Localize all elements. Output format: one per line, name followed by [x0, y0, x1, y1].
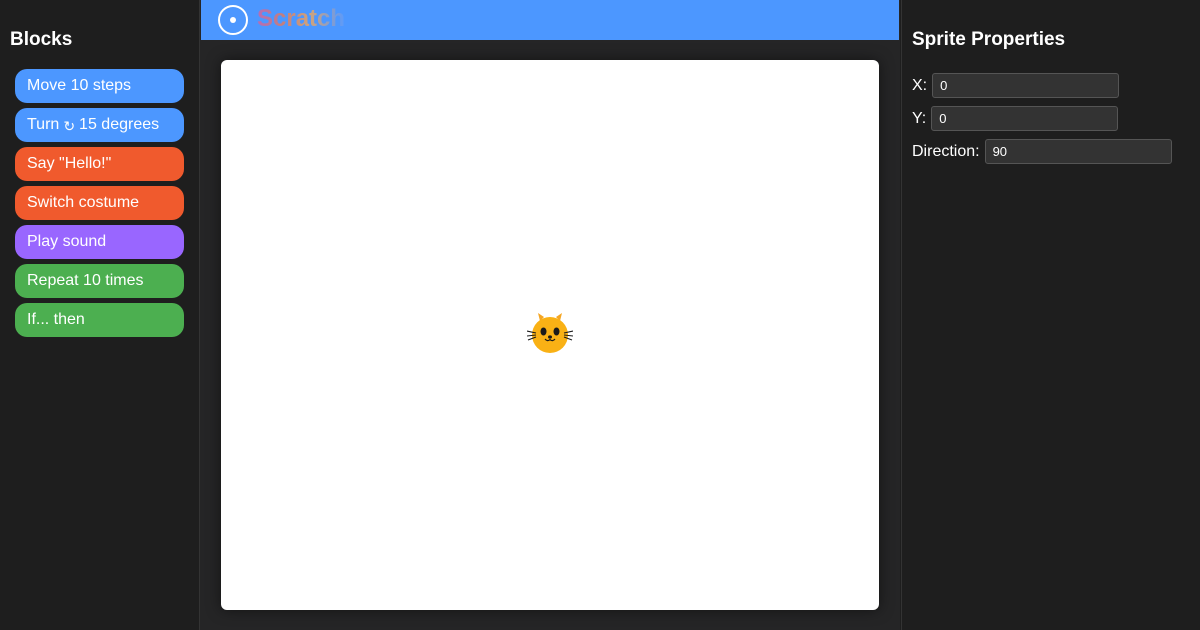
block-label: Say "Hello!"	[27, 155, 112, 172]
block-switch-costume[interactable]: Switch costume	[15, 186, 184, 220]
y-input[interactable]	[931, 106, 1119, 131]
direction-input[interactable]	[984, 139, 1172, 164]
direction-row: Direction:	[912, 139, 1172, 164]
block-if-then[interactable]: If... then	[15, 303, 184, 337]
block-label: Repeat 10 times	[27, 272, 144, 289]
block-say-hello[interactable]: Say "Hello!"	[15, 147, 184, 181]
block-label: If... then	[27, 311, 85, 328]
circle-dot-icon[interactable]	[218, 5, 248, 35]
block-move-10-steps[interactable]: Move 10 steps	[15, 69, 184, 103]
header-bar: Scratch	[201, 0, 899, 40]
x-input[interactable]	[932, 73, 1120, 98]
block-repeat-10-times[interactable]: Repeat 10 times	[15, 264, 184, 298]
block-list: Move 10 steps Turn ↻ 15 degrees Say "Hel…	[15, 69, 184, 342]
y-label: Y:	[912, 109, 927, 127]
direction-label: Direction:	[912, 142, 980, 160]
scratch-app: Blocks Move 10 steps Turn ↻ 15 degrees S…	[0, 0, 1200, 630]
rotate-clockwise-icon: ↻	[63, 117, 76, 134]
stage-area: Scratch	[200, 0, 900, 630]
cat-face-icon[interactable]	[527, 312, 573, 354]
block-label: Play sound	[27, 233, 107, 250]
block-label: Move 10 steps	[27, 77, 132, 94]
x-row: X:	[912, 73, 1120, 98]
blocks-panel-title: Blocks	[10, 29, 73, 50]
block-label: Switch costume	[27, 194, 140, 211]
sprite-properties-panel: Sprite Properties X: Y: Direction:	[901, 0, 1200, 630]
block-play-sound[interactable]: Play sound	[15, 225, 184, 259]
block-label-suffix: 15 degrees	[79, 116, 160, 133]
y-row: Y:	[912, 106, 1119, 131]
x-label: X:	[912, 76, 928, 94]
stage-canvas[interactable]	[221, 60, 879, 610]
block-label-prefix: Turn	[27, 116, 60, 133]
block-turn-15-degrees[interactable]: Turn ↻ 15 degrees	[15, 108, 184, 142]
app-logo-text[interactable]: Scratch	[257, 5, 345, 33]
properties-title: Sprite Properties	[912, 29, 1066, 50]
blocks-panel: Blocks Move 10 steps Turn ↻ 15 degrees S…	[0, 0, 200, 630]
